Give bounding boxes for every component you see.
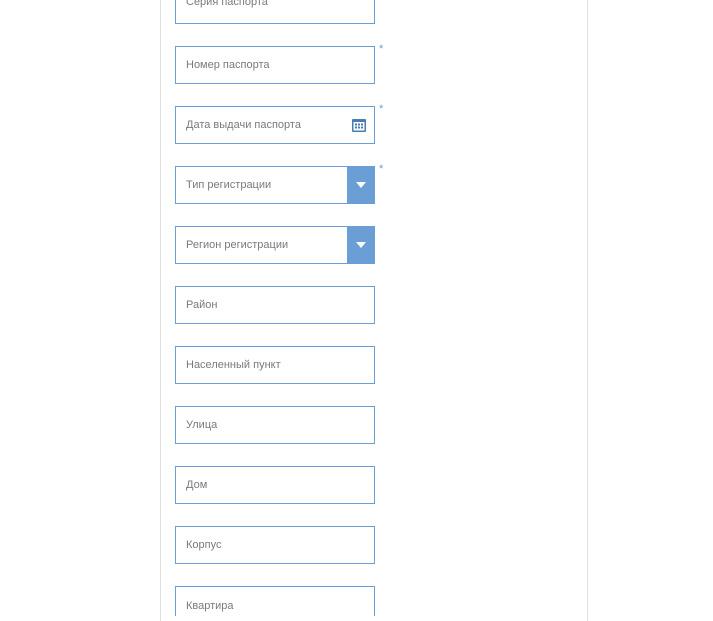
passport-date-input[interactable]: Дата выдачи паспорта (175, 106, 375, 144)
building-placeholder: Корпус (186, 539, 221, 551)
locality-input[interactable]: Населенный пункт (175, 346, 375, 384)
registration-type-placeholder: Тип регистрации (186, 179, 271, 191)
passport-number-input[interactable]: Номер паспорта (175, 46, 375, 84)
field-row-registration-type: Тип регистрации * (175, 166, 587, 204)
registration-region-placeholder: Регион регистрации (186, 239, 288, 251)
district-input[interactable]: Район (175, 286, 375, 324)
passport-series-placeholder: Серия паспорта (186, 0, 268, 8)
passport-series-input[interactable]: Серия паспорта (175, 0, 375, 24)
house-input[interactable]: Дом (175, 466, 375, 504)
building-input[interactable]: Корпус (175, 526, 375, 564)
form-container: Серия паспорта Номер паспорта * Дата выд… (160, 0, 588, 621)
district-placeholder: Район (186, 299, 217, 311)
field-row-locality: Населенный пункт (175, 346, 587, 384)
locality-placeholder: Населенный пункт (186, 359, 281, 371)
field-row-apartment: Квартира (175, 586, 587, 616)
required-mark: * (379, 44, 383, 55)
field-row-street: Улица (175, 406, 587, 444)
field-row-building: Корпус (175, 526, 587, 564)
field-row-passport-number: Номер паспорта * (175, 46, 587, 84)
field-row-passport-series: Серия паспорта (175, 0, 587, 24)
field-row-registration-region: Регион регистрации (175, 226, 587, 264)
apartment-input[interactable]: Квартира (175, 586, 375, 616)
registration-type-select[interactable]: Тип регистрации (175, 166, 347, 204)
passport-number-placeholder: Номер паспорта (186, 59, 269, 71)
field-row-passport-date: Дата выдачи паспорта * (175, 106, 587, 144)
registration-region-dropdown-button[interactable] (347, 226, 375, 264)
required-mark: * (379, 164, 383, 175)
chevron-down-icon (356, 242, 366, 248)
required-mark: * (379, 104, 383, 115)
street-placeholder: Улица (186, 419, 217, 431)
street-input[interactable]: Улица (175, 406, 375, 444)
apartment-placeholder: Квартира (186, 600, 234, 612)
registration-region-select[interactable]: Регион регистрации (175, 226, 347, 264)
passport-date-placeholder: Дата выдачи паспорта (186, 119, 301, 131)
chevron-down-icon (356, 182, 366, 188)
calendar-icon[interactable] (352, 118, 366, 132)
field-row-district: Район (175, 286, 587, 324)
field-row-house: Дом (175, 466, 587, 504)
registration-type-dropdown-button[interactable] (347, 166, 375, 204)
house-placeholder: Дом (186, 479, 207, 491)
